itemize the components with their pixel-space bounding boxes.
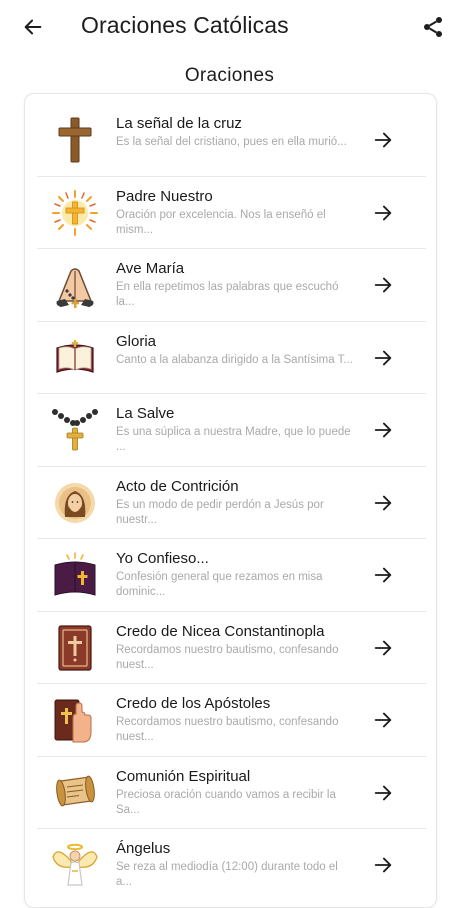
prayer-title: Gloria <box>116 332 157 350</box>
arrow-right-icon <box>370 345 396 371</box>
prayer-subtitle: Oración por excelencia. Nos la enseñó el… <box>116 208 326 236</box>
wooden-cross-icon <box>51 116 99 164</box>
prayer-row-credo-apostoles[interactable]: Credo de los Apóstoles Recordamos nuestr… <box>37 684 426 757</box>
praying-hands-rosary-icon <box>51 261 99 309</box>
prayer-subtitle: Preciosa oración cuando vamos a recibir … <box>116 788 336 816</box>
prayer-title: Comunión Espiritual <box>116 767 251 785</box>
arrow-right-icon <box>370 272 396 298</box>
prayer-title: Ave María <box>116 260 185 277</box>
prayer-subtitle: Confesión general que rezamos en misa do… <box>116 571 323 598</box>
ornate-bible-icon <box>51 624 99 672</box>
prayer-row-gloria[interactable]: Gloria Canto a la alabanza dirigido a la… <box>37 322 426 394</box>
prayer-row-senal-cruz[interactable]: La señal de la cruz Es la señal del cris… <box>37 104 426 177</box>
prayer-title: Credo de Nicea Constantinopla <box>116 622 325 640</box>
arrow-right-icon <box>370 707 396 733</box>
prayer-row-angelus[interactable]: Ángelus Se reza al mediodía (12:00) dura… <box>37 829 426 902</box>
prayer-subtitle: Recordamos nuestro bautismo, confesando … <box>116 716 339 743</box>
section-title: Oraciones <box>184 65 275 86</box>
arrow-right-icon <box>370 417 396 443</box>
prayer-row-la-salve[interactable]: La Salve Es una súplica a nuestra Madre,… <box>37 394 426 467</box>
app-bar: Oraciones Católicas <box>0 0 459 54</box>
prayer-title: La Salve <box>116 405 175 422</box>
holy-bible-icon <box>51 551 99 599</box>
hand-on-bible-icon <box>51 696 99 744</box>
arrow-right-icon <box>370 852 396 878</box>
prayer-row-padre-nuestro[interactable]: Padre Nuestro Oración por excelencia. No… <box>37 177 426 249</box>
arrow-right-icon <box>370 127 396 153</box>
prayer-title: Yo Confieso... <box>116 550 209 567</box>
prayer-title: Credo de los Apóstoles <box>116 695 271 712</box>
prayer-subtitle: Se reza al mediodía (12:00) durante todo… <box>116 861 338 888</box>
prayer-title: Padre Nuestro <box>116 187 213 205</box>
arrow-right-icon <box>370 200 396 226</box>
prayer-title: Ángelus <box>116 840 171 857</box>
angel-icon <box>51 841 99 889</box>
share-button[interactable] <box>417 11 449 43</box>
arrow-right-icon <box>370 562 396 588</box>
prayer-list-card: La señal de la cruz Es la señal del cris… <box>24 93 437 908</box>
prayer-row-acto-contricion[interactable]: Acto de Contrición Es un modo de pedir p… <box>37 467 426 539</box>
radiant-cross-icon <box>51 189 99 237</box>
prayer-subtitle: Es la señal del cristiano, pues en ella … <box>116 136 347 148</box>
arrow-right-icon <box>370 780 396 806</box>
arrow-left-icon <box>24 19 42 35</box>
back-button[interactable] <box>18 12 48 42</box>
prayer-row-ave-maria[interactable]: Ave María En ella repetimos las palabras… <box>37 249 426 322</box>
prayer-row-yo-confieso[interactable]: Yo Confieso... Confesión general que rez… <box>37 539 426 612</box>
scroll-icon <box>51 769 99 817</box>
prayer-subtitle: Es un modo de pedir perdón a Jesús por n… <box>116 498 324 526</box>
arrow-right-icon <box>370 490 396 516</box>
open-bible-icon <box>51 334 99 382</box>
prayer-row-credo-nicea[interactable]: Credo de Nicea Constantinopla Recordamos… <box>37 612 426 684</box>
app-title: Oraciones Católicas <box>81 12 289 38</box>
prayer-title: Acto de Contrición <box>116 477 239 495</box>
prayer-row-comunion-espiritual[interactable]: Comunión Espiritual Preciosa oración cua… <box>37 757 426 829</box>
arrow-right-icon <box>370 635 396 661</box>
rosary-icon <box>51 406 99 454</box>
jesus-portrait-icon <box>51 479 99 527</box>
share-icon <box>424 17 442 37</box>
prayer-subtitle: Recordamos nuestro bautismo, confesando … <box>116 643 339 671</box>
prayer-subtitle: En ella repetimos las palabras que escuc… <box>116 281 339 308</box>
prayer-subtitle: Es una súplica a nuestra Madre, que lo p… <box>116 426 351 453</box>
prayer-subtitle: Canto a la alabanza dirigido a la Santís… <box>116 353 353 366</box>
prayer-title: La señal de la cruz <box>116 115 242 132</box>
prayer-list: La señal de la cruz Es la señal del cris… <box>37 104 426 902</box>
